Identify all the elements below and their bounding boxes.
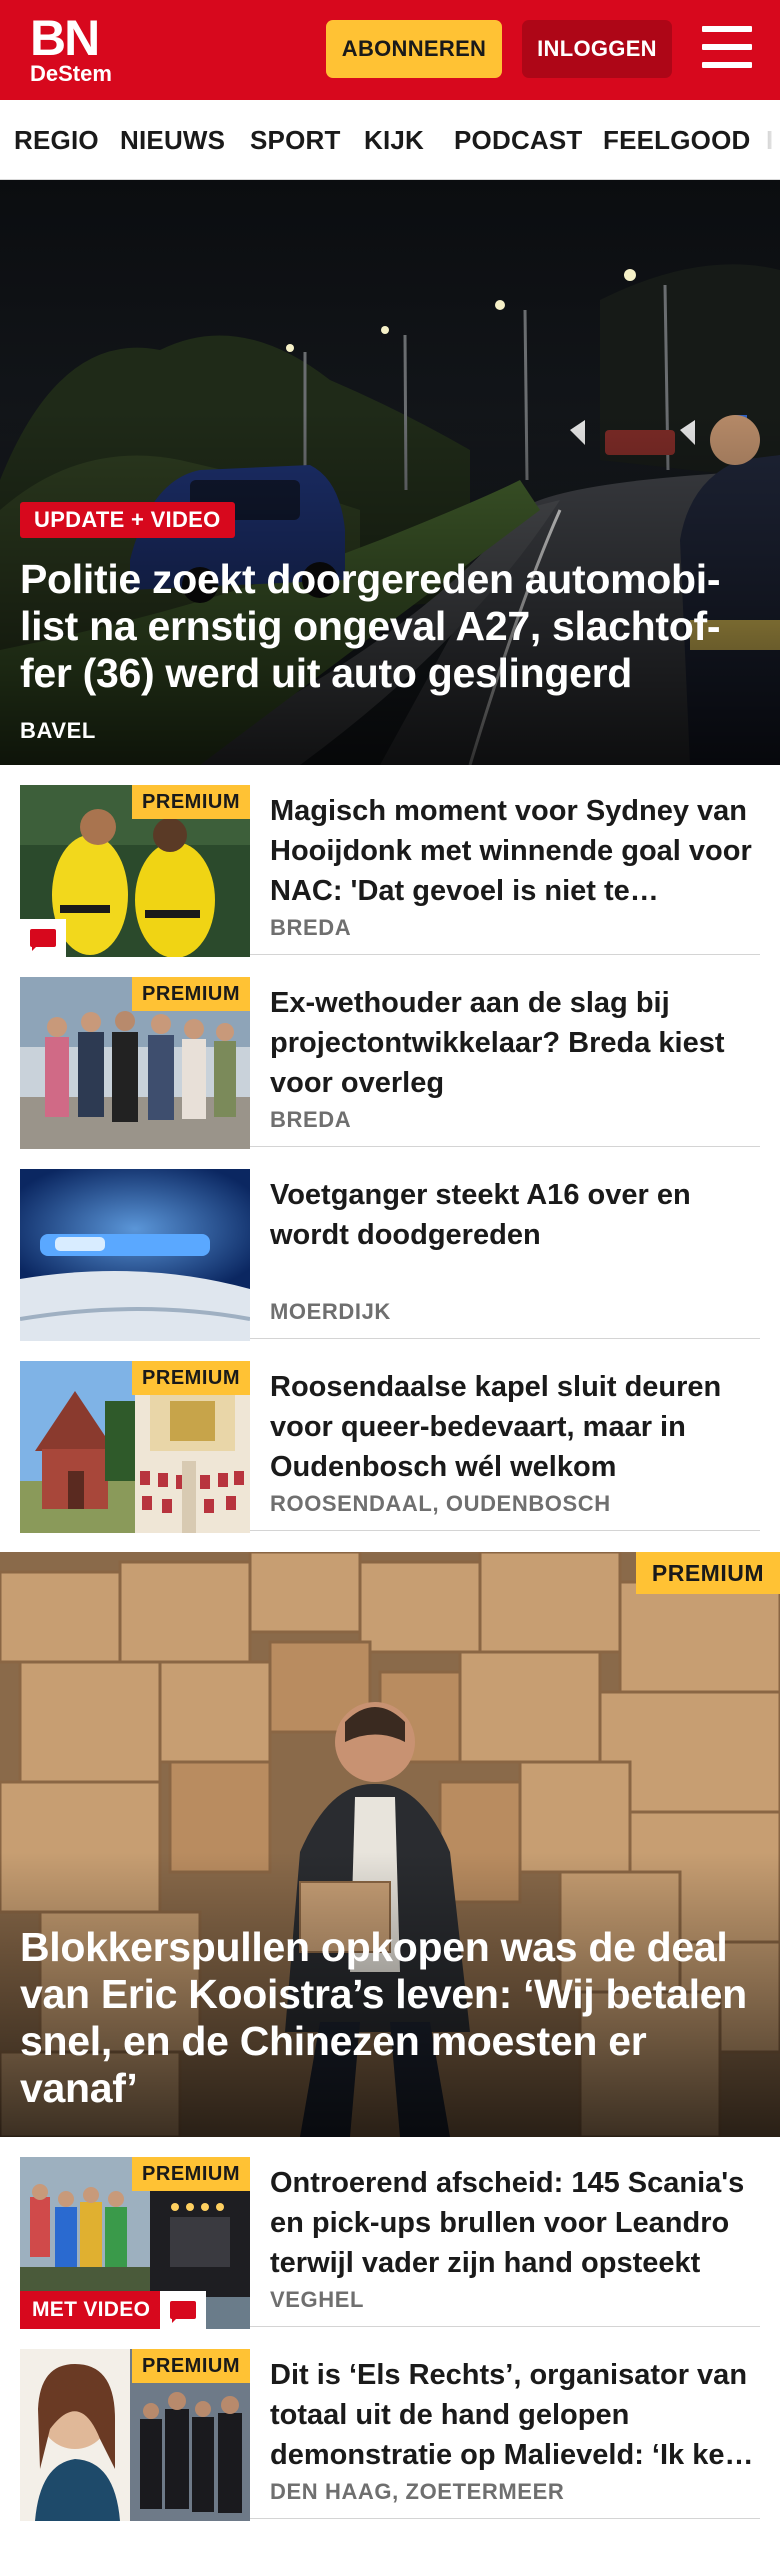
article-location: VEGHEL: [270, 2287, 365, 2312]
nav-fade: [760, 100, 780, 179]
site-logo[interactable]: BN DeStem: [30, 10, 112, 86]
article-location: ROOSENDAAL, OUDENBOSCH: [270, 1491, 611, 1516]
article-title[interactable]: Ontroerend afscheid: 145 Scania's en pic…: [270, 2163, 760, 2283]
login-button[interactable]: INLOGGEN: [522, 20, 672, 78]
hero-location: BAVEL: [20, 718, 96, 743]
premium-badge: PREMIUM: [132, 2157, 250, 2191]
site-header: BN DeStem ABONNEREN INLOGGEN: [0, 0, 780, 100]
nav-item-kijk[interactable]: KIJK: [364, 100, 424, 179]
subscribe-button[interactable]: ABONNEREN: [326, 20, 502, 78]
list-item[interactable]: PREMIUM Dit is ‘Els Rechts’, organisator…: [20, 2329, 760, 2521]
hamburger-menu-icon[interactable]: [702, 26, 752, 70]
article-thumbnail: PREMIUM: [20, 977, 250, 1149]
hero-article[interactable]: UPDATE + VIDEO Politie zoekt doorgereden…: [0, 180, 780, 765]
article-thumbnail: PREMIUM: [20, 2349, 250, 2521]
logo-destem: DeStem: [30, 61, 112, 86]
premium-badge: PREMIUM: [132, 977, 250, 1011]
article-location: MOERDIJK: [270, 1299, 391, 1324]
comment-icon[interactable]: [160, 2291, 206, 2329]
article-thumbnail: PREMIUM: [20, 785, 250, 957]
article-title[interactable]: Voetganger steekt A16 over en wordt dood…: [270, 1175, 760, 1255]
list-item[interactable]: PREMIUM Roosendaalse kapel sluit deuren …: [20, 1341, 760, 1533]
nav-item-sport[interactable]: SPORT: [250, 100, 341, 179]
article-location: BREDA: [270, 1107, 352, 1132]
nav-item-nieuws[interactable]: NIEUWS: [120, 100, 225, 179]
featured-article[interactable]: PREMIUM Blokkerspullen opkopen was de de…: [0, 1552, 780, 2137]
update-video-badge: UPDATE + VIDEO: [20, 502, 235, 538]
nav-item-feelgood[interactable]: FEELGOOD: [603, 100, 751, 179]
premium-badge: PREMIUM: [635, 1552, 780, 1594]
feature-title[interactable]: Blokkerspullen opkopen was de deal van E…: [20, 1924, 760, 2112]
list-item[interactable]: Voetganger steekt A16 over en wordt dood…: [20, 1149, 760, 1341]
article-title[interactable]: Magisch moment voor Sydney van Hooijdonk…: [270, 791, 760, 911]
section-nav: REGIO NIEUWS SPORT KIJK PODCAST FEELGOOD…: [0, 100, 780, 180]
premium-badge: PREMIUM: [132, 1361, 250, 1395]
list-item[interactable]: PREMIUM MET VIDEO Ontroerend afscheid: 1…: [20, 2137, 760, 2329]
premium-badge: PREMIUM: [132, 2349, 250, 2383]
article-title[interactable]: Dit is ‘Els Rechts’, organisator van tot…: [270, 2355, 760, 2475]
article-title[interactable]: Ex-wethouder aan de slag bij projectontw…: [270, 983, 760, 1103]
list-item[interactable]: PREMIUM Ex-wethouder aan de slag bij pro…: [20, 957, 760, 1149]
article-location: BREDA: [270, 915, 352, 940]
video-badge: MET VIDEO: [20, 2291, 163, 2329]
nav-item-podcast[interactable]: PODCAST: [454, 100, 583, 179]
article-thumbnail: PREMIUM: [20, 1361, 250, 1533]
article-title[interactable]: Roosendaalse kapel sluit deuren voor que…: [270, 1367, 760, 1487]
logo-bn: BN: [30, 10, 100, 66]
article-thumbnail: [20, 1169, 250, 1341]
list-item[interactable]: PREMIUM Magisch moment voor Sydney van H…: [20, 765, 760, 957]
nav-item-regio[interactable]: REGIO: [14, 100, 99, 179]
hero-title[interactable]: Politie zoekt doorgereden automobi-list …: [20, 556, 750, 697]
article-thumbnail: PREMIUM MET VIDEO: [20, 2157, 250, 2329]
comment-icon[interactable]: [20, 919, 66, 957]
premium-badge: PREMIUM: [132, 785, 250, 819]
article-location: DEN HAAG, ZOETERMEER: [270, 2479, 565, 2504]
